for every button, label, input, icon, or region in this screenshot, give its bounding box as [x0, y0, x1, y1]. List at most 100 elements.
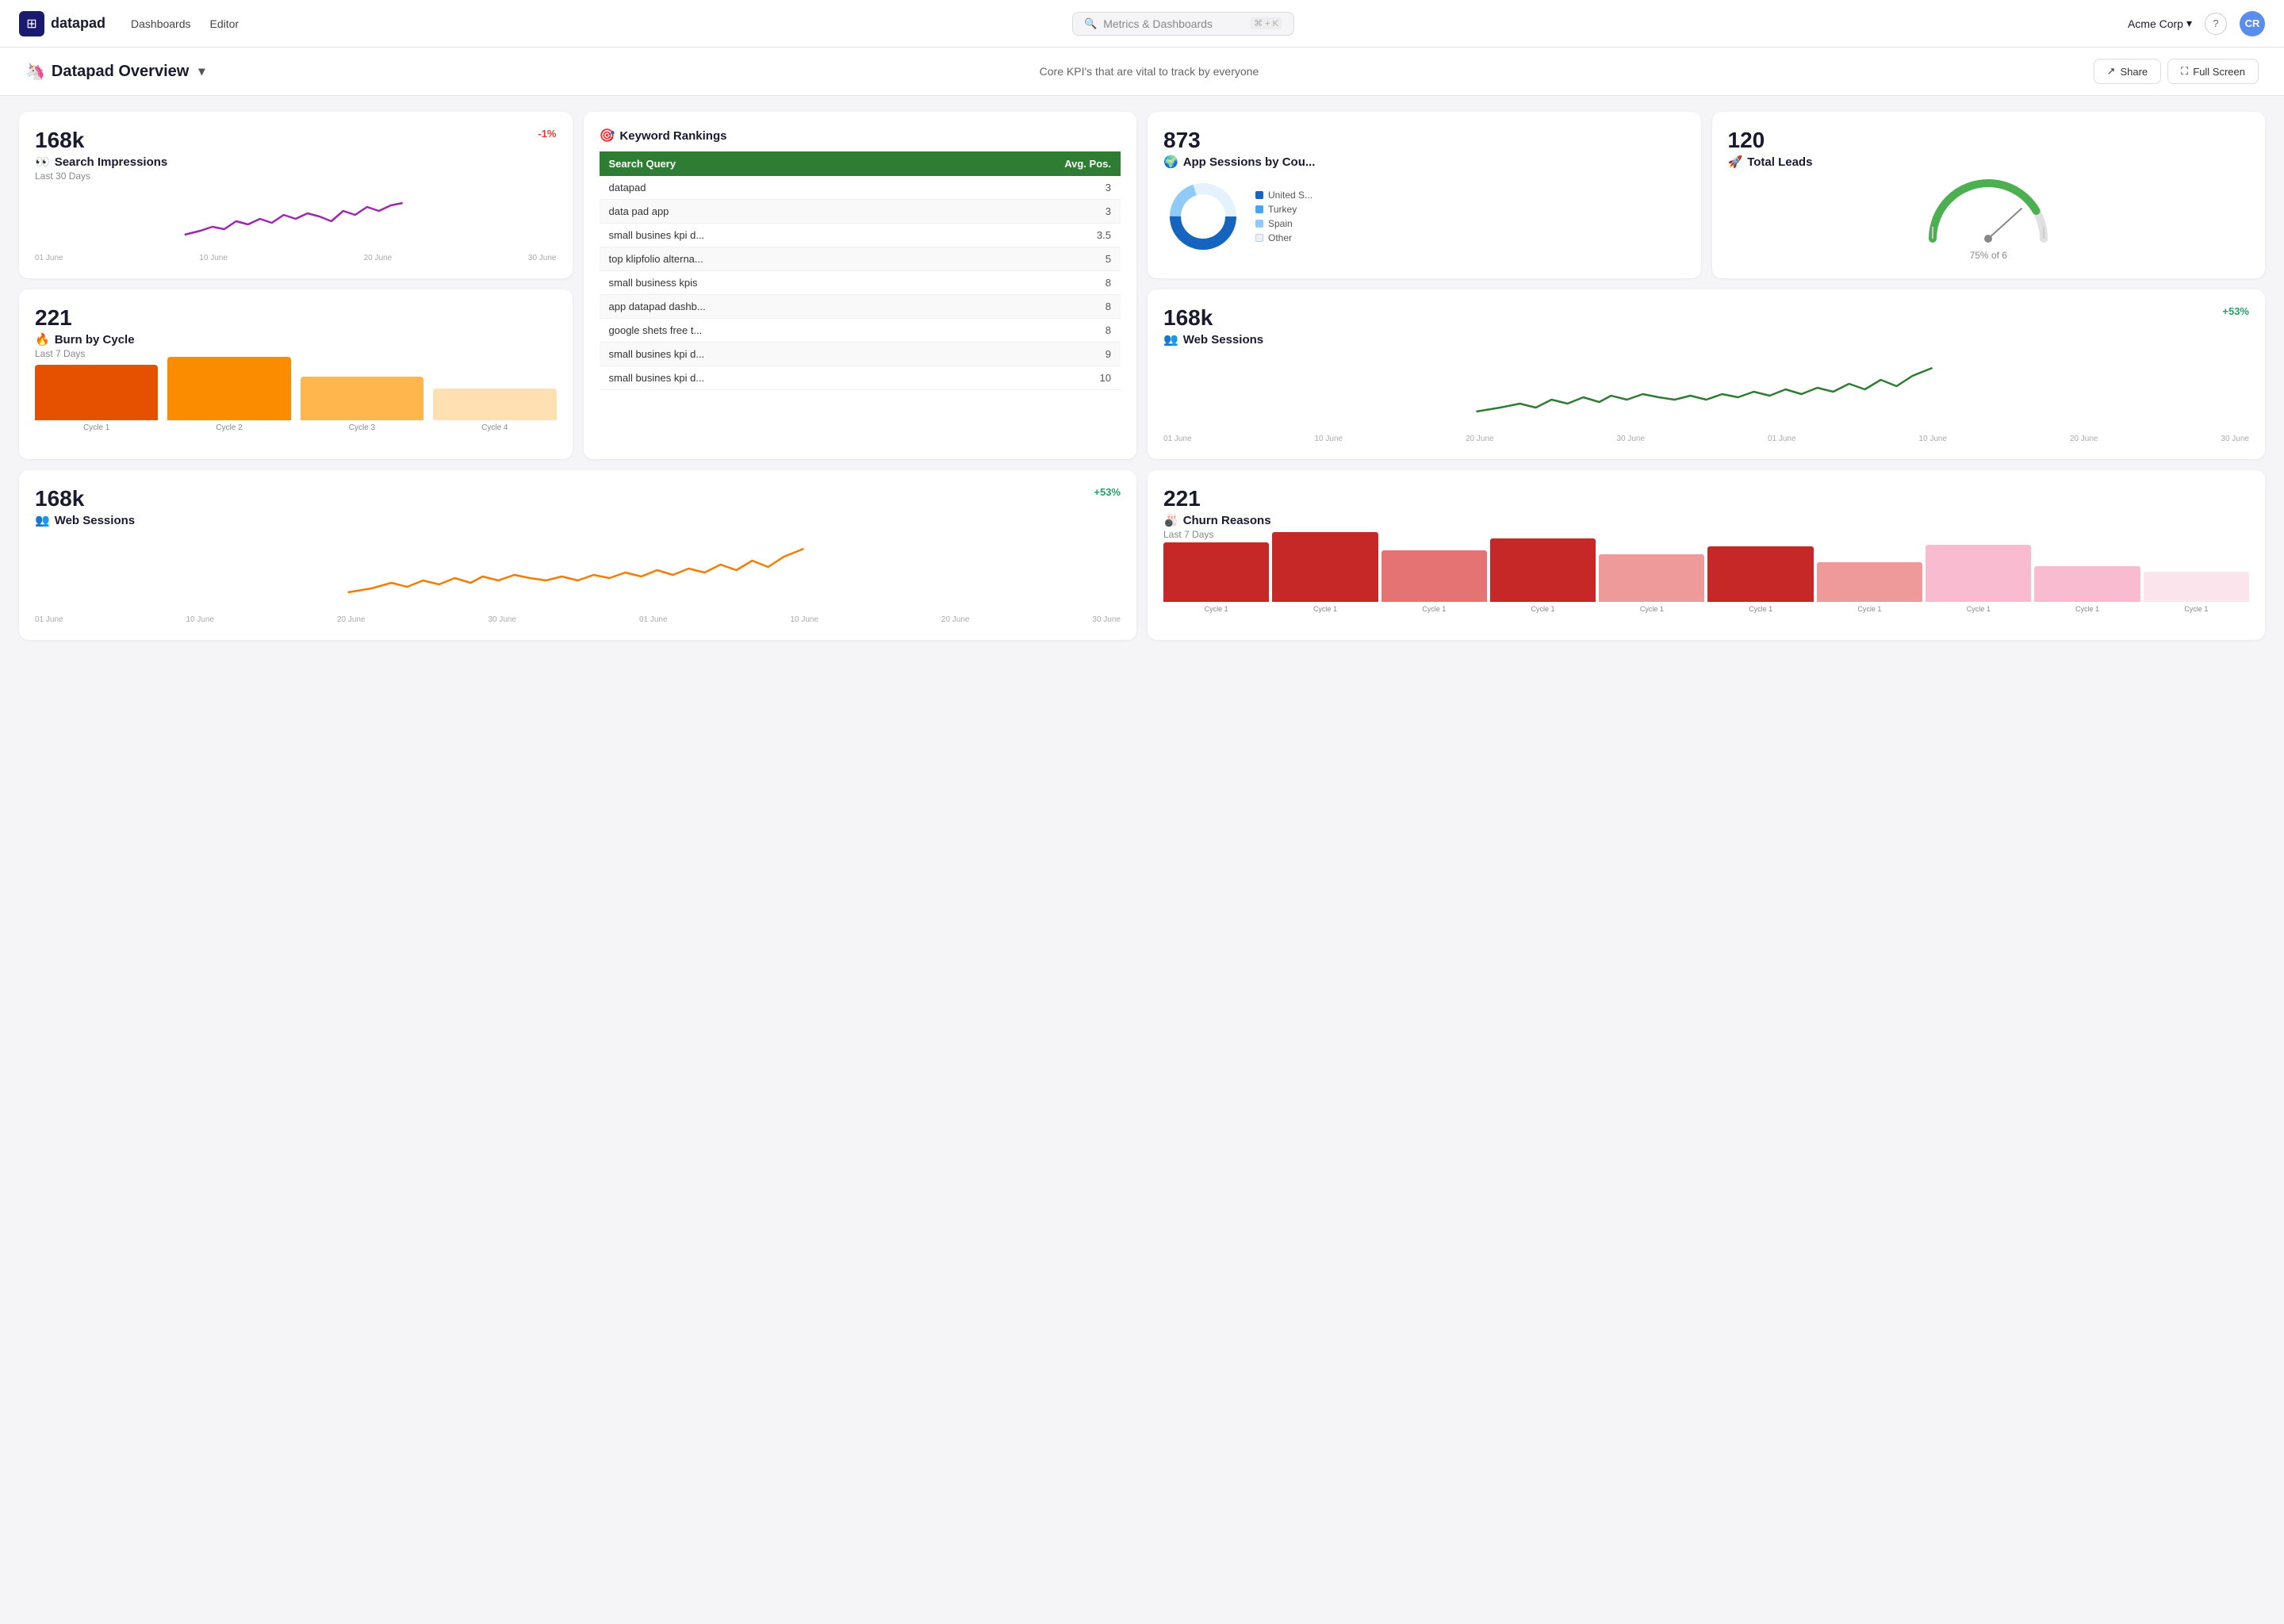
churn-bar-group-3: Cycle 1: [1382, 550, 1487, 613]
search-impressions-sublabel: Last 30 Days: [35, 170, 557, 182]
search-shortcut: ⌘ + K: [1250, 17, 1282, 29]
app-sessions-icon: 🌍: [1163, 155, 1178, 169]
gauge-label: 75% of 6: [1970, 250, 2007, 261]
web-sessions-bottom-chart: 01 June 10 June 20 June 30 June 01 June …: [35, 537, 1121, 624]
churn-bar-5: [1599, 554, 1704, 602]
web-sessions-top-label: 👥 Web Sessions: [1163, 332, 2249, 347]
card-keyword-rankings: 🎯 Keyword Rankings Search Query Avg. Pos…: [584, 112, 1137, 459]
company-name: Acme Corp: [2128, 17, 2183, 30]
card-app-sessions: 873 🌍 App Sessions by Cou... United S...…: [1148, 112, 1701, 278]
card-total-leads: 120 🚀 Total Leads 75% of 6: [1712, 112, 2266, 278]
keyword-rankings-icon: 🎯: [600, 128, 615, 144]
fullscreen-button[interactable]: ⛶ Full Screen: [2167, 59, 2259, 84]
chevron-down-icon: ▾: [2186, 17, 2192, 30]
app-sessions-number: 873: [1163, 128, 1201, 152]
search-impressions-number: 168k: [35, 128, 84, 153]
gauge-svg: [1925, 175, 2052, 247]
table-row: small busines kpi d...10: [600, 366, 1121, 390]
churn-bar-7: [1817, 562, 1922, 602]
churn-bar-group-1: Cycle 1: [1163, 542, 1269, 613]
churn-bar-group-5: Cycle 1: [1599, 554, 1704, 613]
bar-1: [35, 365, 158, 420]
table-row: small busines kpi d...3.5: [600, 224, 1121, 247]
app-sessions-chart: United S... Turkey Spain Other: [1163, 177, 1685, 256]
search-impressions-icon: 👀: [35, 155, 50, 169]
burn-by-cycle-number: 221: [35, 305, 72, 330]
total-leads-number: 120: [1728, 128, 1765, 152]
search-placeholder: Metrics & Dashboards: [1103, 17, 1244, 30]
web-sessions-bottom-icon: 👥: [35, 513, 50, 527]
logo-icon: ⊞: [19, 11, 44, 36]
web-sessions-bottom-number: 168k: [35, 486, 84, 511]
bar-group-1: Cycle 1: [35, 365, 158, 432]
churn-reasons-number: 221: [1163, 486, 1201, 511]
table-row: google shets free t...8: [600, 319, 1121, 343]
churn-bar-8: [1926, 545, 2031, 602]
web-sessions-bottom-svg: [35, 537, 1121, 608]
churn-bar-group-8: Cycle 1: [1926, 545, 2031, 613]
kw-col1: Search Query: [600, 151, 933, 176]
search-impressions-svg: [35, 191, 557, 247]
bar-group-3: Cycle 3: [301, 377, 423, 432]
churn-bar-4: [1490, 538, 1596, 602]
nav-dashboards[interactable]: Dashboards: [131, 14, 191, 33]
help-button[interactable]: ?: [2205, 13, 2227, 35]
app-sessions-legend: United S... Turkey Spain Other: [1255, 190, 1313, 243]
nav-editor[interactable]: Editor: [210, 14, 240, 33]
keyword-rankings-header: 🎯 Keyword Rankings: [600, 128, 1121, 144]
web-sessions-top-number: 168k: [1163, 305, 1213, 331]
share-button[interactable]: ↗ Share: [2094, 59, 2162, 84]
dashboard-title: 🦄 Datapad Overview ▾: [25, 62, 205, 82]
table-row: small busines kpi d...9: [600, 343, 1121, 366]
churn-bar-1: [1163, 542, 1269, 602]
share-icon: ↗: [2107, 65, 2116, 78]
logo[interactable]: ⊞ datapad: [19, 11, 105, 36]
burn-by-cycle-chart: Cycle 1 Cycle 2 Cycle 3 Cycle 4: [35, 369, 557, 432]
churn-bar-group-4: Cycle 1: [1490, 538, 1596, 613]
total-leads-label: 🚀 Total Leads: [1728, 155, 2250, 169]
total-leads-gauge: 75% of 6: [1728, 175, 2250, 261]
search-impressions-label: 👀 Search Impressions: [35, 155, 557, 169]
churn-bar-10: [2144, 572, 2249, 602]
dashboard-subtitle: Core KPI's that are vital to track by ev…: [205, 65, 2093, 78]
table-row: app datapad dashb...8: [600, 295, 1121, 319]
churn-reasons-chart: Cycle 1 Cycle 1 Cycle 1 Cycle 1 Cycle 1 …: [1163, 550, 2249, 613]
fullscreen-label: Full Screen: [2193, 66, 2245, 78]
dashboard-header: 🦄 Datapad Overview ▾ Core KPI's that are…: [0, 48, 2284, 96]
burn-by-cycle-icon: 🔥: [35, 332, 50, 347]
company-selector[interactable]: Acme Corp ▾: [2128, 17, 2192, 30]
search-impressions-badge: -1%: [538, 128, 556, 140]
search-impressions-x-axis: 01 June 10 June 20 June 30 June: [35, 254, 557, 262]
search-icon: 🔍: [1084, 17, 1097, 30]
churn-bar-group-9: Cycle 1: [2034, 566, 2140, 613]
web-sessions-top-svg: [1163, 356, 2249, 427]
churn-bar-2: [1272, 532, 1378, 602]
app-sessions-label: 🌍 App Sessions by Cou...: [1163, 155, 1685, 169]
dashboard-icon: 🦄: [25, 62, 45, 82]
search-bar[interactable]: 🔍 Metrics & Dashboards ⌘ + K: [1072, 12, 1294, 36]
burn-by-cycle-sublabel: Last 7 Days: [35, 348, 557, 359]
avatar[interactable]: CR: [2240, 11, 2265, 36]
churn-reasons-icon: 🎳: [1163, 513, 1178, 527]
dashboard-grid: 168k -1% 👀 Search Impressions Last 30 Da…: [0, 96, 2284, 656]
total-leads-icon: 🚀: [1728, 155, 1743, 169]
dashboard-actions: ↗ Share ⛶ Full Screen: [2094, 59, 2259, 84]
bar-4: [433, 389, 556, 420]
churn-bar-group-6: Cycle 1: [1707, 546, 1813, 613]
web-sessions-top-x-axis: 01 June 10 June 20 June 30 June 01 June …: [1163, 435, 2249, 443]
web-sessions-top-icon: 👥: [1163, 332, 1178, 347]
churn-bar-group-2: Cycle 1: [1272, 532, 1378, 613]
keyword-rankings-title: Keyword Rankings: [619, 129, 726, 143]
bar-group-4: Cycle 4: [433, 389, 556, 432]
nav-links: Dashboards Editor: [131, 14, 239, 33]
search-impressions-chart: 01 June 10 June 20 June 30 June: [35, 191, 557, 262]
table-row: top klipfolio alterna...5: [600, 247, 1121, 271]
bar-2: [167, 357, 290, 420]
table-row: small business kpis8: [600, 271, 1121, 295]
table-row: data pad app3: [600, 200, 1121, 224]
dashboard-chevron-icon[interactable]: ▾: [198, 63, 205, 79]
navbar: ⊞ datapad Dashboards Editor 🔍 Metrics & …: [0, 0, 2284, 48]
churn-bar-6: [1707, 546, 1813, 602]
card-web-sessions-bottom: 168k +53% 👥 Web Sessions 01 June 10 June…: [19, 470, 1136, 640]
table-row: datapad3: [600, 176, 1121, 200]
